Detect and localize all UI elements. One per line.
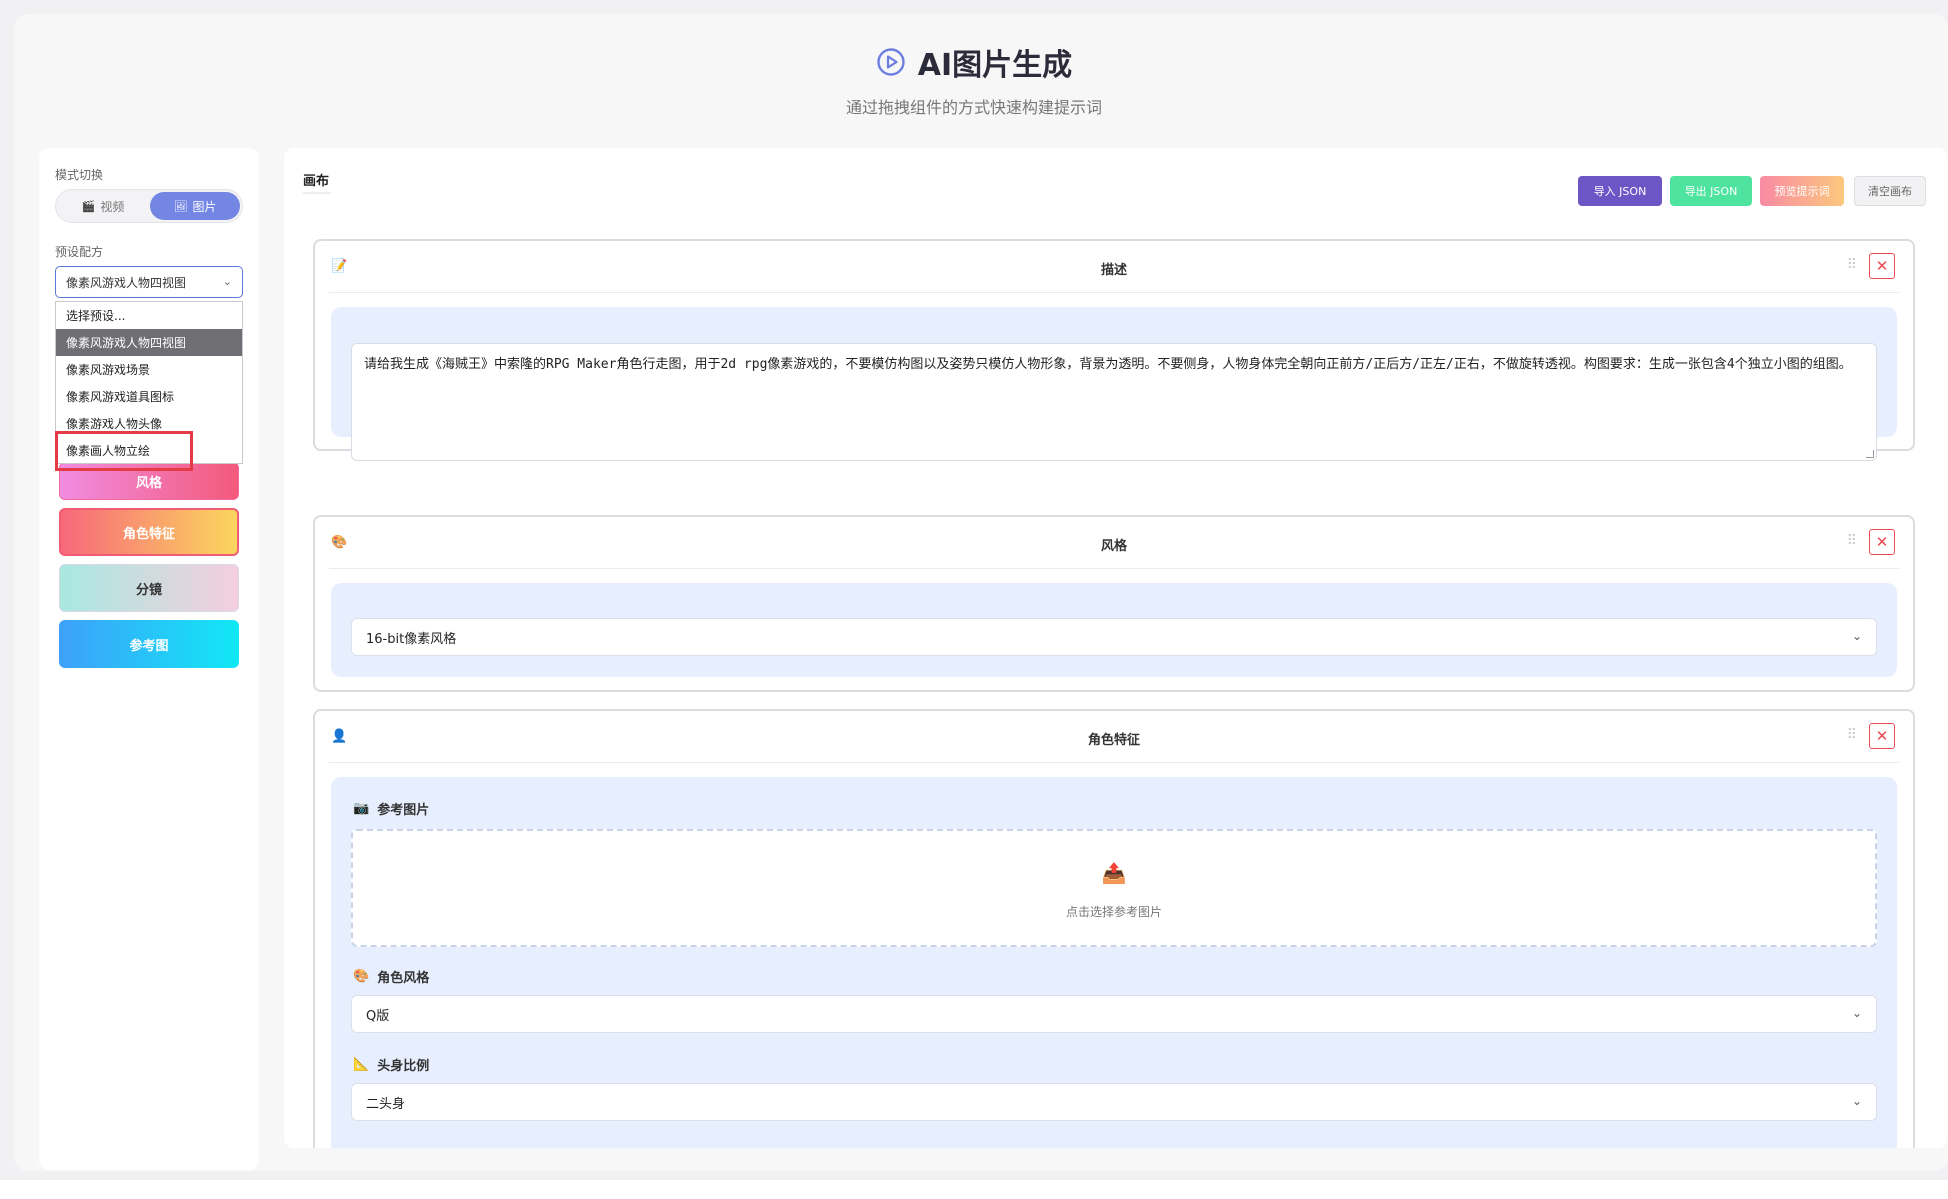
preset-select[interactable]: 像素风游戏人物四视图 ⌄ xyxy=(55,266,243,298)
component-character-button[interactable]: 角色特征 xyxy=(59,508,239,556)
chevron-down-icon: ⌄ xyxy=(1851,629,1862,643)
character-style-select[interactable]: Q版 ⌄ xyxy=(351,995,1877,1033)
picture-icon: 🖼 xyxy=(173,199,188,213)
chevron-down-icon: ⌄ xyxy=(222,275,232,288)
remove-block-button[interactable]: ✕ xyxy=(1869,529,1895,555)
block-body: 16-bit像素风格 ⌄ xyxy=(331,583,1897,677)
remove-block-button[interactable]: ✕ xyxy=(1869,253,1895,279)
component-sidebar: 模式切换 🎬 视频 🖼 图片 预设配方 像素风游戏人物四视图 ⌄ 风格 角色特征… xyxy=(39,148,259,1170)
camera-icon: 📷 xyxy=(353,801,370,816)
component-storyboard-button[interactable]: 分镜 xyxy=(59,564,239,612)
character-style-label-text: 角色风格 xyxy=(377,971,430,986)
chevron-down-icon: ⌄ xyxy=(1851,1006,1862,1020)
preset-option[interactable]: 选择预设... xyxy=(56,302,242,329)
page-title: AI图片生成 xyxy=(917,48,1073,83)
page-subtitle: 通过拖拽组件的方式快速构建提示词 xyxy=(845,98,1102,117)
preset-option-selected[interactable]: 像素风游戏人物四视图 xyxy=(56,329,242,356)
reference-image-label: 📷 参考图片 xyxy=(353,799,429,818)
preview-prompt-button[interactable]: 预览提示词 xyxy=(1760,176,1844,206)
preset-label: 预设配方 xyxy=(55,245,104,259)
page-header: AI图片生成 xyxy=(0,40,1948,84)
preset-selected-value: 像素风游戏人物四视图 xyxy=(66,275,187,290)
mode-image-label: 图片 xyxy=(192,199,217,214)
canvas-panel: 画布 导入 JSON 导出 JSON 预览提示词 清空画布 📝 描述 ⠿ ✕ 请… xyxy=(284,148,1948,1148)
clear-canvas-button[interactable]: 清空画布 xyxy=(1854,176,1926,206)
remove-block-button[interactable]: ✕ xyxy=(1869,723,1895,749)
component-reference-button[interactable]: 参考图 xyxy=(59,620,239,668)
head-ratio-select[interactable]: 二头身 ⌄ xyxy=(351,1083,1877,1121)
preset-option[interactable]: 像素风游戏道具图标 xyxy=(56,383,242,410)
highlight-annotation-box xyxy=(55,431,193,471)
mode-video-label: 视频 xyxy=(100,199,125,214)
block-header: 🎨 风格 ⠿ ✕ xyxy=(329,517,1899,569)
block-body: 📷 参考图片 📤 点击选择参考图片 🎨 角色风格 Q版 ⌄ 📐 头身比例 二头身 xyxy=(331,777,1897,1148)
reference-upload-area[interactable]: 📤 点击选择参考图片 xyxy=(351,829,1877,947)
style-select[interactable]: 16-bit像素风格 ⌄ xyxy=(351,618,1877,656)
block-body: 请给我生成《海贼王》中索隆的RPG Maker角色行走图，用于2d rpg像素游… xyxy=(331,307,1897,461)
upload-tray-icon: 📤 xyxy=(1101,861,1127,885)
export-json-button[interactable]: 导出 JSON xyxy=(1670,176,1752,206)
character-style-value: Q版 xyxy=(366,1008,390,1024)
clapperboard-icon: 🎬 xyxy=(81,199,96,213)
block-title: 描述 xyxy=(1100,263,1127,278)
upload-hint: 点击选择参考图片 xyxy=(1065,905,1162,919)
style-block: 🎨 风格 ⠿ ✕ 16-bit像素风格 ⌄ xyxy=(313,515,1915,692)
mode-image-button[interactable]: 🖼 图片 xyxy=(150,192,240,220)
play-circle-icon xyxy=(877,48,905,76)
character-style-label: 🎨 角色风格 xyxy=(353,967,429,986)
character-block: 👤 角色特征 ⠿ ✕ 📷 参考图片 📤 点击选择参考图片 🎨 角色风格 Q版 ⌄ xyxy=(313,709,1915,1148)
drag-handle-icon[interactable]: ⠿ xyxy=(1847,257,1857,273)
preset-option[interactable]: 像素风游戏场景 xyxy=(56,356,242,383)
description-text: 请给我生成《海贼王》中索隆的RPG Maker角色行走图，用于2d rpg像素游… xyxy=(364,357,1852,372)
head-ratio-label-text: 头身比例 xyxy=(377,1059,430,1074)
mode-video-button[interactable]: 🎬 视频 xyxy=(58,192,148,220)
triangle-ruler-icon: 📐 xyxy=(353,1057,370,1072)
block-title: 风格 xyxy=(1100,539,1127,554)
style-select-value: 16-bit像素风格 xyxy=(366,631,457,647)
block-title: 角色特征 xyxy=(1087,733,1140,748)
chevron-down-icon: ⌄ xyxy=(1851,1094,1862,1108)
description-block: 📝 描述 ⠿ ✕ 请给我生成《海贼王》中索隆的RPG Maker角色行走图，用于… xyxy=(313,239,1915,461)
head-ratio-label: 📐 头身比例 xyxy=(353,1055,429,1074)
import-json-button[interactable]: 导入 JSON xyxy=(1578,176,1662,206)
drag-handle-icon[interactable]: ⠿ xyxy=(1847,727,1857,743)
block-header: 👤 角色特征 ⠿ ✕ xyxy=(329,711,1899,763)
description-textarea[interactable]: 请给我生成《海贼王》中索隆的RPG Maker角色行走图，用于2d rpg像素游… xyxy=(351,343,1877,461)
reference-image-label-text: 参考图片 xyxy=(377,803,430,818)
resize-handle-icon[interactable] xyxy=(1866,450,1874,458)
mode-toggle: 🎬 视频 🖼 图片 xyxy=(55,189,243,223)
canvas-title-underline xyxy=(303,192,331,194)
bottom-strip xyxy=(0,1180,1948,1199)
mode-switch-label: 模式切换 xyxy=(55,168,104,182)
head-ratio-value: 二头身 xyxy=(366,1096,406,1112)
canvas-title: 画布 xyxy=(303,174,330,189)
palette-icon: 🎨 xyxy=(353,969,370,984)
block-header: 📝 描述 ⠿ ✕ xyxy=(329,241,1899,293)
drag-handle-icon[interactable]: ⠿ xyxy=(1847,533,1857,549)
